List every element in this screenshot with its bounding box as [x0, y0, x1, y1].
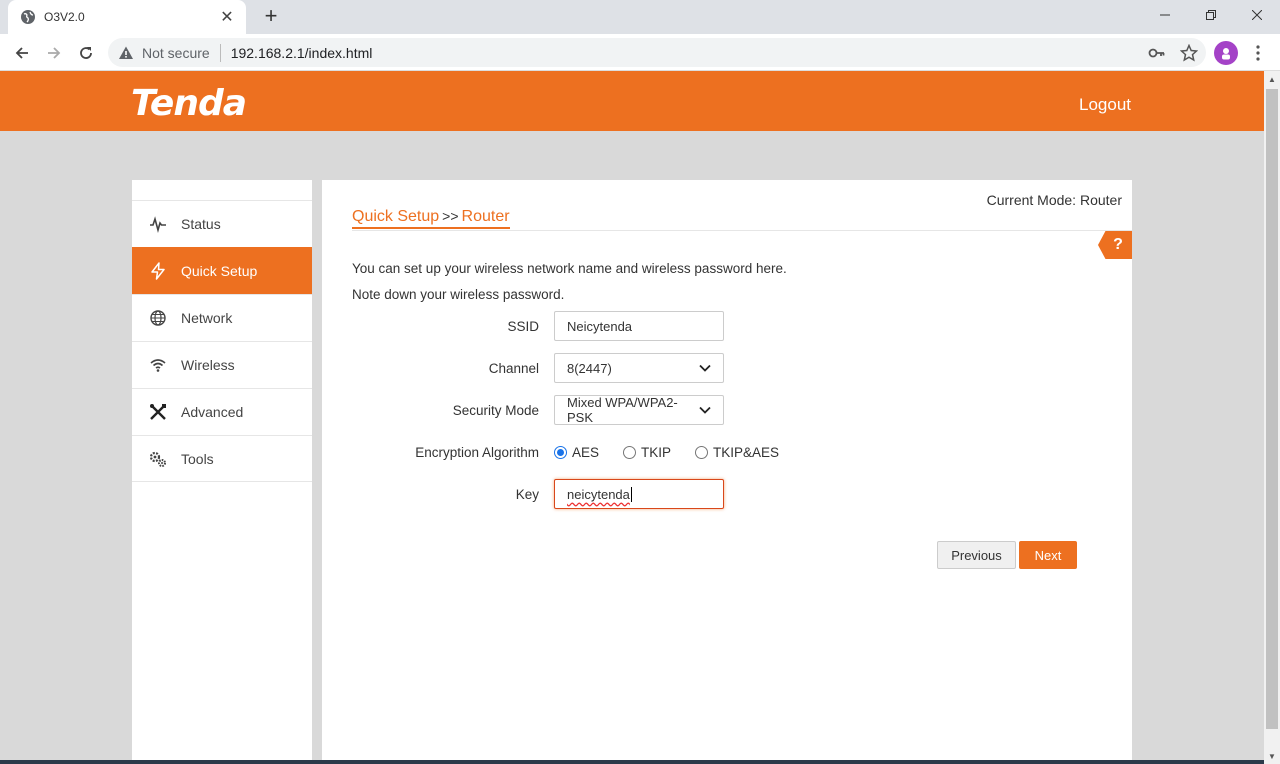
breadcrumb-router: Router: [461, 208, 510, 225]
key-input-value: neicytenda: [567, 486, 630, 502]
security-mode-label: Security Mode: [452, 402, 539, 418]
restore-button[interactable]: [1188, 0, 1234, 30]
previous-button[interactable]: Previous: [937, 541, 1016, 569]
chevron-down-icon: [699, 362, 711, 374]
sidebar-item-wireless[interactable]: Wireless: [132, 341, 312, 388]
key-row: Key neicytenda: [322, 479, 1132, 509]
ssid-row: SSID: [322, 311, 1132, 341]
omnibox-divider: [219, 43, 221, 62]
radio-button-tkip[interactable]: [623, 445, 637, 459]
tab-title: O3V2.0: [44, 10, 85, 24]
tab-close-icon[interactable]: ✕: [218, 7, 236, 27]
close-window-button[interactable]: [1234, 0, 1280, 30]
radio-option-tkip-aes[interactable]: TKIP&AES: [695, 445, 779, 460]
sidebar-item-advanced[interactable]: Advanced: [132, 388, 312, 435]
radio-button-tkip-aes[interactable]: [695, 445, 709, 459]
browser-tab[interactable]: O3V2.0 ✕: [8, 0, 246, 34]
logout-link[interactable]: Logout: [1079, 95, 1131, 115]
url-text[interactable]: 192.168.2.1/index.html: [231, 45, 373, 61]
taskbar-strip: [0, 760, 1264, 764]
sidebar-item-tools[interactable]: Tools: [132, 435, 312, 482]
tools-cross-icon: [148, 402, 168, 422]
sidebar-item-label: Quick Setup: [181, 263, 258, 279]
radio-label-tkip-aes: TKIP&AES: [713, 444, 780, 460]
help-button[interactable]: ?: [1098, 231, 1132, 259]
title-divider: [352, 230, 1132, 231]
minimize-button[interactable]: [1142, 0, 1188, 30]
description-line-1: You can set up your wireless network nam…: [352, 261, 787, 276]
breadcrumb: Quick Setup >> Router: [352, 208, 510, 229]
key-label: Key: [515, 486, 539, 502]
sidebar-item-quick-setup[interactable]: Quick Setup: [132, 247, 312, 294]
wifi-icon: [148, 355, 168, 375]
tenda-logo: Tenda: [131, 83, 247, 124]
window-controls: [1142, 0, 1280, 30]
sidebar-item-label: Wireless: [181, 357, 235, 373]
text-cursor: [630, 486, 632, 502]
channel-label: Channel: [488, 360, 539, 376]
sidebar-item-label: Tools: [181, 450, 214, 467]
more-menu-icon[interactable]: [1248, 41, 1268, 65]
not-secure-label[interactable]: Not secure: [142, 45, 210, 61]
profile-avatar[interactable]: [1214, 41, 1238, 65]
page-header: Tenda Logout: [0, 71, 1264, 131]
breadcrumb-separator: >>: [442, 208, 459, 224]
encryption-radio-group: AES TKIP TKIP&AES: [554, 445, 803, 460]
security-mode-row: Security Mode Mixed WPA/WPA2-PSK: [322, 395, 1132, 425]
key-icon[interactable]: [1148, 44, 1166, 62]
pulse-icon: [148, 214, 168, 234]
encryption-label: Encryption Algorithm: [415, 444, 539, 460]
globe-favicon-icon: [20, 9, 36, 25]
security-mode-select[interactable]: Mixed WPA/WPA2-PSK: [554, 395, 724, 425]
sidebar-item-status[interactable]: Status: [132, 200, 312, 247]
new-tab-button[interactable]: +: [258, 4, 284, 30]
radio-label-tkip: TKIP: [641, 444, 672, 460]
channel-selected-value: 8(2447): [567, 360, 612, 376]
back-arrow-icon[interactable]: [8, 39, 36, 67]
sidebar-item-label: Network: [181, 310, 233, 326]
browser-toolbar: Not secure 192.168.2.1/index.html: [0, 34, 1280, 71]
omnibox-actions: [1148, 38, 1198, 67]
browser-tab-bar: O3V2.0 ✕ +: [0, 0, 1280, 34]
gears-icon: [148, 449, 168, 469]
radio-button-aes[interactable]: [554, 445, 567, 459]
reload-icon[interactable]: [72, 39, 100, 67]
main-panel: Current Mode: Router Quick Setup >> Router…: [322, 180, 1132, 764]
radio-label-aes: AES: [572, 444, 600, 460]
breadcrumb-quick-setup[interactable]: Quick Setup: [352, 208, 439, 225]
encryption-row: Encryption Algorithm AES TKIP TKIP&AES: [322, 437, 1132, 467]
sidebar-item-network[interactable]: Network: [132, 294, 312, 341]
star-icon[interactable]: [1180, 43, 1198, 62]
current-mode-label: Current Mode: Router: [986, 192, 1122, 208]
channel-select[interactable]: 8(2447): [554, 353, 724, 383]
warning-icon[interactable]: [118, 45, 134, 61]
sidebar: Status Quick Setup Network Wireless Adva…: [132, 180, 312, 764]
ssid-label: SSID: [507, 318, 539, 334]
scroll-down-arrow-icon[interactable]: ▼: [1264, 748, 1280, 764]
lightning-icon: [148, 261, 168, 281]
sidebar-item-label: Advanced: [181, 404, 244, 420]
radio-option-tkip[interactable]: TKIP: [623, 445, 671, 460]
forward-arrow-icon[interactable]: [40, 39, 68, 67]
page-scrollbar[interactable]: ▲ ▼: [1264, 71, 1280, 764]
chevron-down-icon: [699, 404, 711, 416]
ssid-input[interactable]: [554, 311, 724, 341]
sidebar-item-label: Status: [181, 216, 221, 232]
description-line-2: Note down your wireless password.: [352, 287, 565, 302]
channel-row: Channel 8(2447): [322, 353, 1132, 383]
scroll-up-arrow-icon[interactable]: ▲: [1264, 71, 1280, 87]
radio-option-aes[interactable]: AES: [554, 445, 599, 460]
address-bar[interactable]: Not secure 192.168.2.1/index.html: [108, 38, 1206, 67]
next-button[interactable]: Next: [1019, 541, 1077, 569]
globe-icon: [148, 308, 168, 328]
scroll-thumb[interactable]: [1266, 89, 1278, 729]
key-input[interactable]: neicytenda: [554, 479, 724, 509]
security-mode-selected-value: Mixed WPA/WPA2-PSK: [567, 395, 678, 425]
